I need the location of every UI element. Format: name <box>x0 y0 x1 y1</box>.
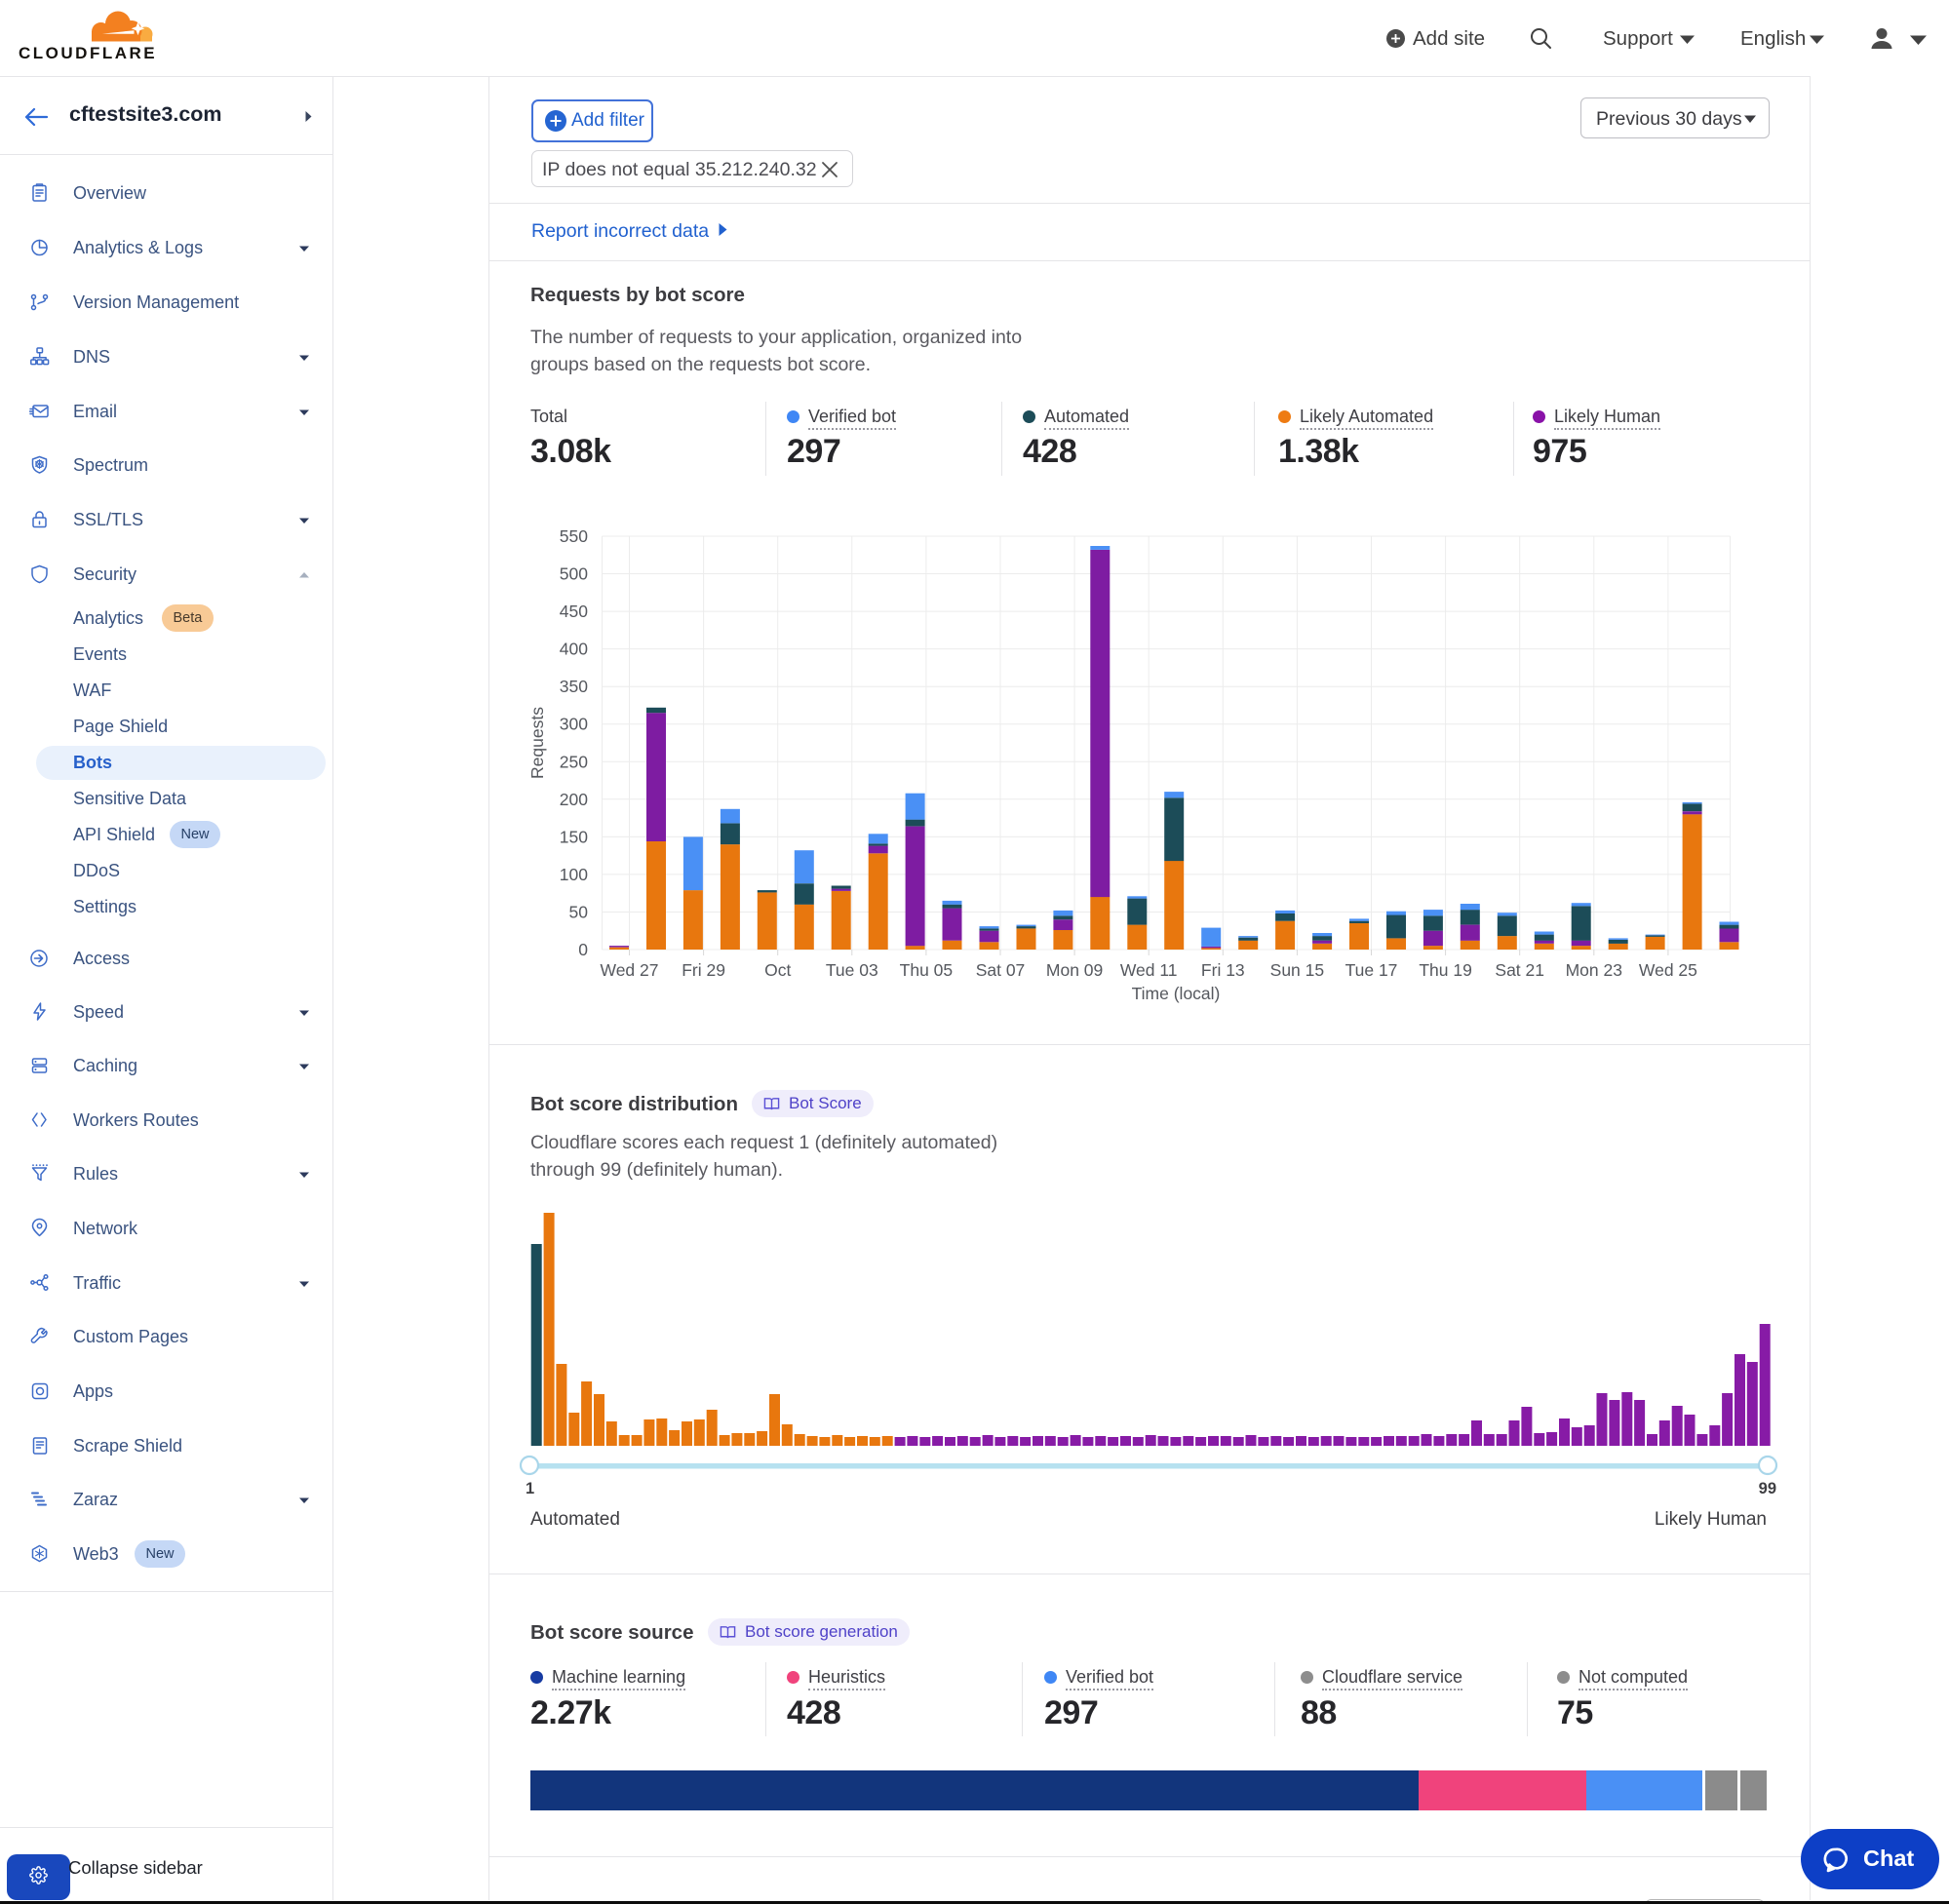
svg-text:Oct: Oct <box>764 960 791 980</box>
svg-text:Fri 29: Fri 29 <box>682 960 725 980</box>
svg-text:0: 0 <box>578 940 588 959</box>
svg-text:Sat 21: Sat 21 <box>1495 960 1544 980</box>
svg-text:450: 450 <box>560 602 588 621</box>
svg-text:Fri 13: Fri 13 <box>1201 960 1245 980</box>
svg-text:Mon 23: Mon 23 <box>1566 960 1622 980</box>
svg-text:Mon 09: Mon 09 <box>1046 960 1103 980</box>
svg-text:350: 350 <box>560 677 588 696</box>
svg-text:250: 250 <box>560 752 588 771</box>
svg-text:Wed 25: Wed 25 <box>1639 960 1697 980</box>
svg-text:400: 400 <box>560 640 588 659</box>
svg-text:50: 50 <box>569 903 589 922</box>
svg-text:150: 150 <box>560 827 588 846</box>
svg-text:Time (local): Time (local) <box>1132 984 1221 1003</box>
svg-text:Tue 03: Tue 03 <box>826 960 878 980</box>
svg-text:300: 300 <box>560 715 588 734</box>
svg-text:Tue 17: Tue 17 <box>1345 960 1398 980</box>
svg-text:Wed 11: Wed 11 <box>1120 960 1178 980</box>
svg-text:Thu 19: Thu 19 <box>1419 960 1471 980</box>
svg-text:200: 200 <box>560 790 588 809</box>
svg-text:Sun 15: Sun 15 <box>1270 960 1324 980</box>
svg-text:100: 100 <box>560 865 588 884</box>
svg-text:Wed 27: Wed 27 <box>601 960 659 980</box>
svg-text:Sat 07: Sat 07 <box>976 960 1026 980</box>
svg-text:Requests: Requests <box>527 707 547 779</box>
svg-text:Thu 05: Thu 05 <box>900 960 953 980</box>
svg-text:550: 550 <box>560 526 588 546</box>
svg-text:500: 500 <box>560 564 588 584</box>
